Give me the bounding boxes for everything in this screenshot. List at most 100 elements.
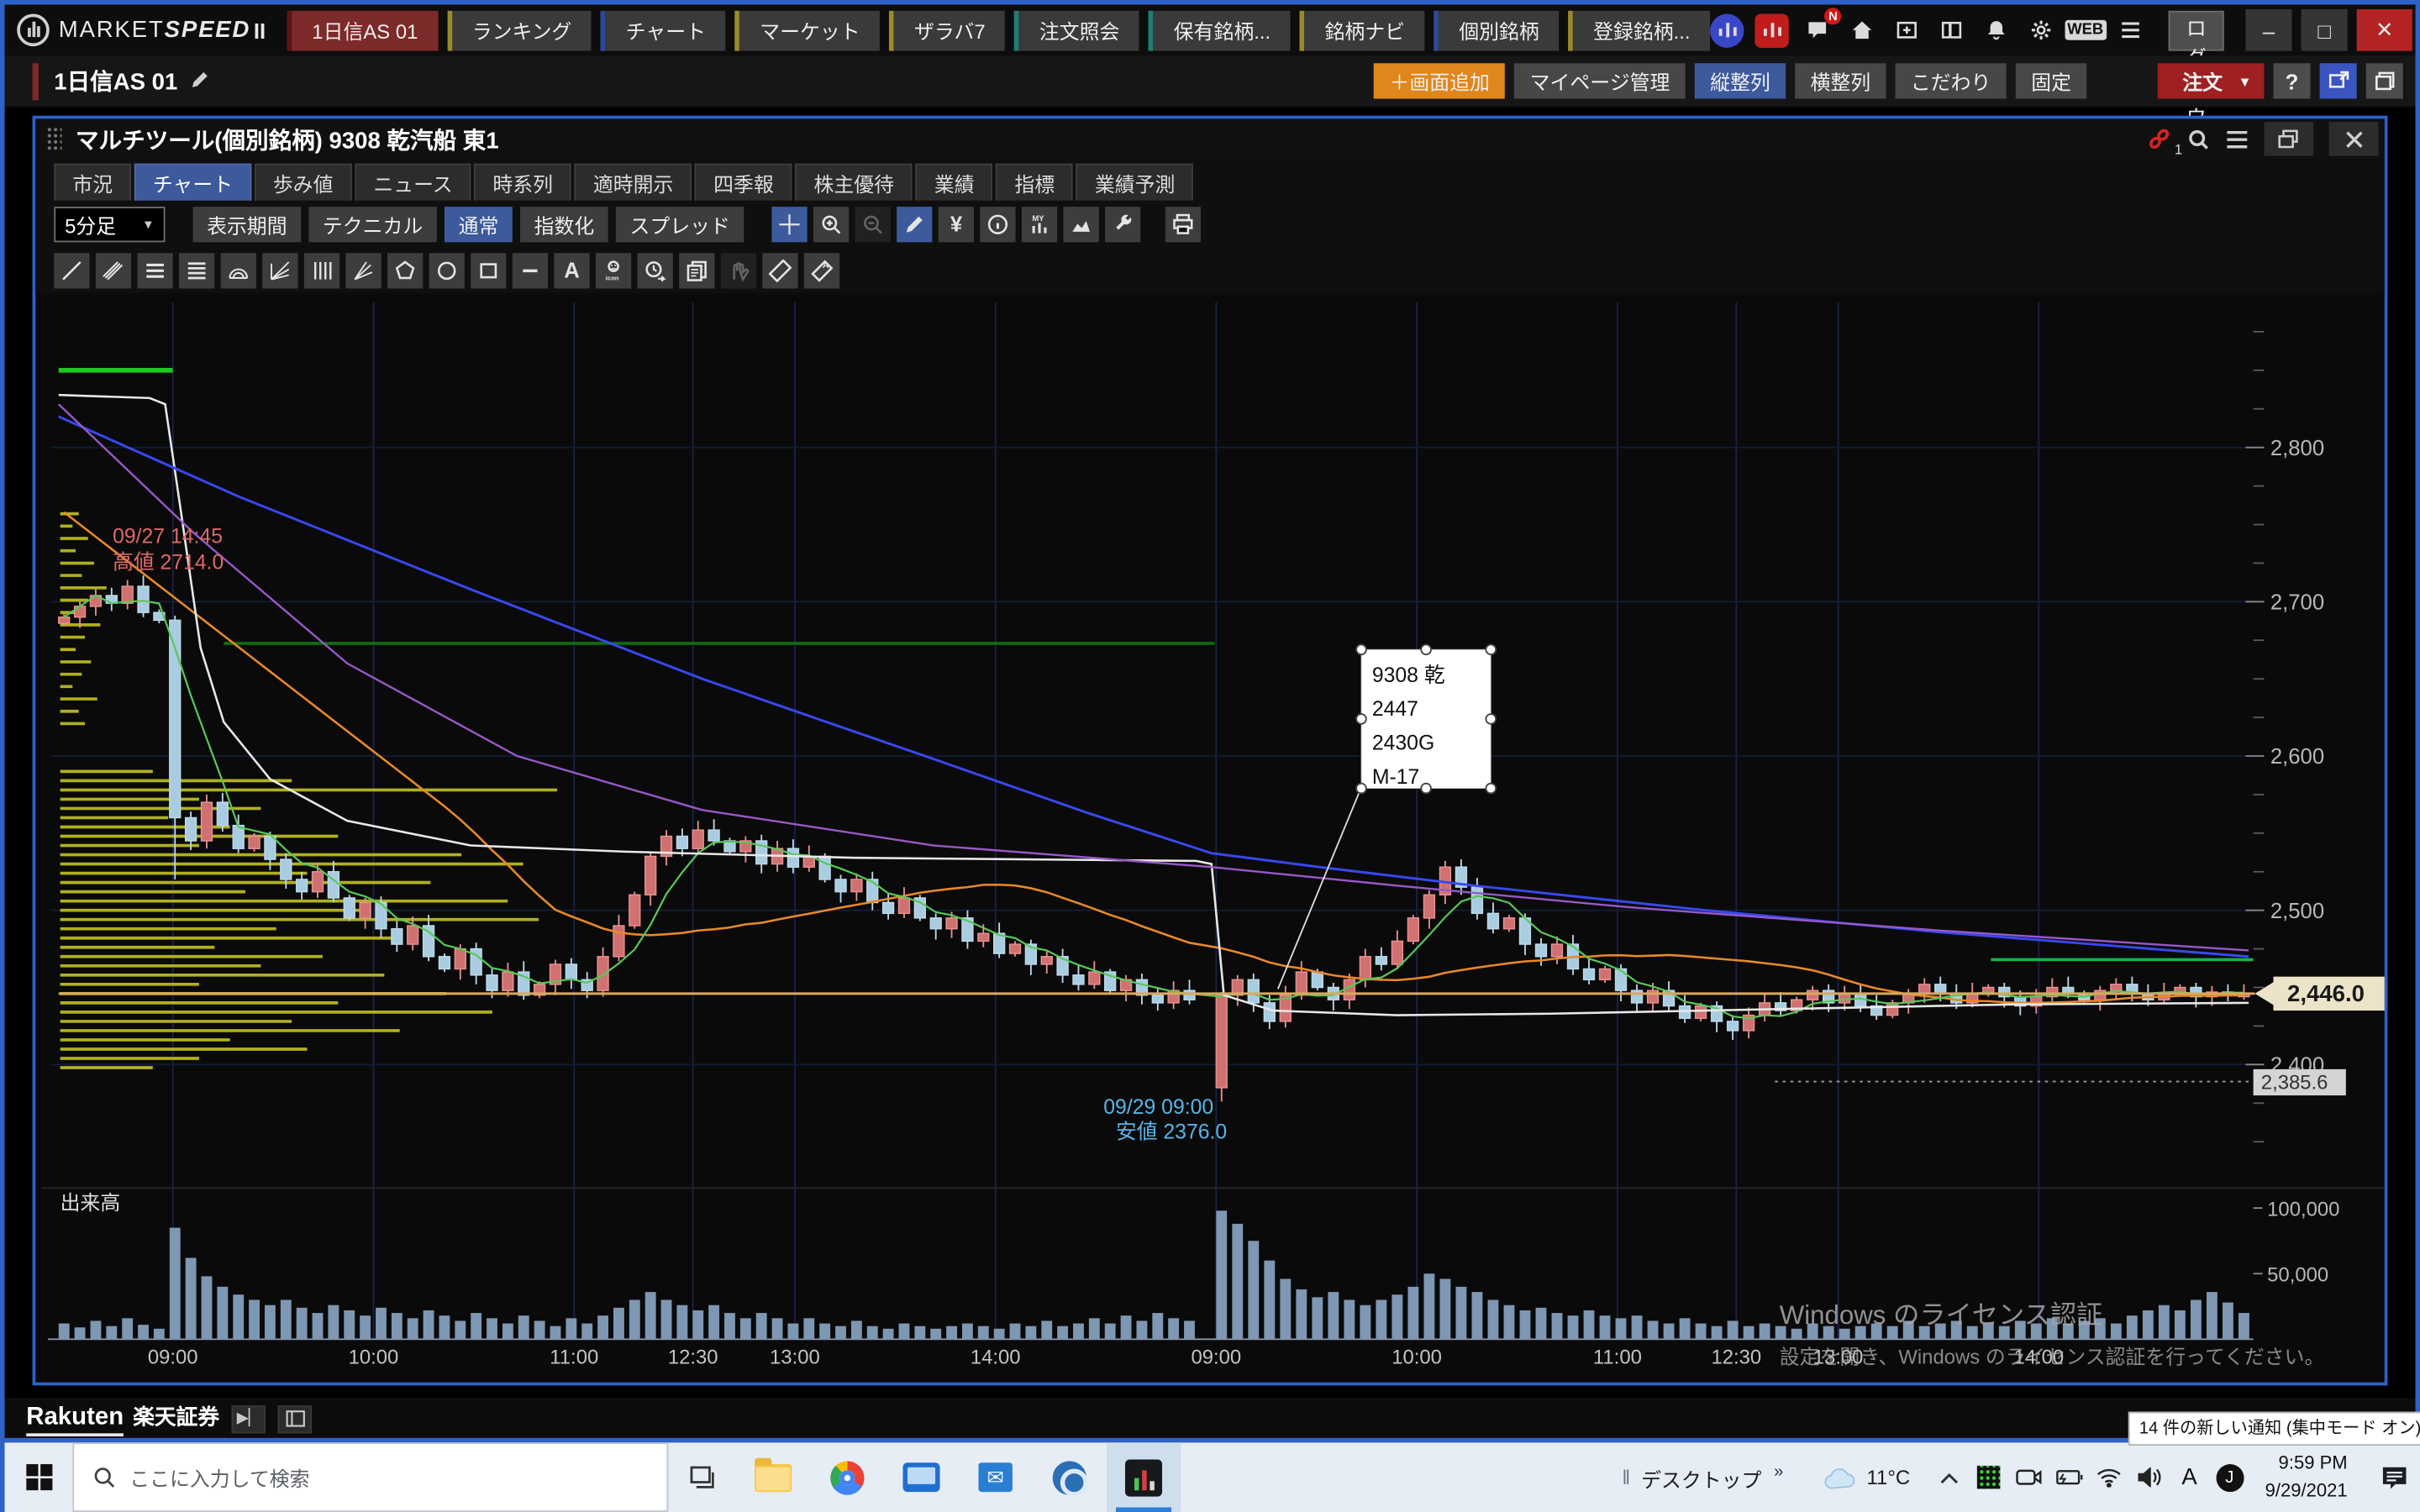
maximize-button[interactable]: □ bbox=[2302, 9, 2348, 51]
wifi-icon[interactable] bbox=[2089, 1467, 2129, 1488]
copy-icon[interactable] bbox=[679, 252, 714, 287]
edit-page-name-icon[interactable] bbox=[190, 71, 210, 91]
taskbar-app-mail[interactable] bbox=[959, 1442, 1033, 1512]
zoom-in-icon[interactable] bbox=[813, 206, 849, 241]
top-tab[interactable]: チャート bbox=[601, 10, 726, 50]
ime-mode-icon[interactable]: J bbox=[2209, 1463, 2249, 1491]
area-chart-icon[interactable] bbox=[1064, 206, 1099, 241]
my-chart-icon[interactable]: MY bbox=[1022, 206, 1057, 241]
multitool-tab-業績[interactable]: 業績 bbox=[916, 164, 993, 201]
taskbar-app-explorer[interactable] bbox=[736, 1442, 810, 1512]
top-tab[interactable]: 個別銘柄 bbox=[1434, 10, 1560, 50]
chart-toolbar-button[interactable]: テクニカル bbox=[308, 206, 436, 241]
chart-toolbar-button[interactable]: スプレッド bbox=[616, 206, 744, 241]
pagebar-button[interactable]: 縦整列 bbox=[1695, 63, 1786, 98]
led-status-icon[interactable] bbox=[1969, 1466, 2009, 1489]
multitool-tab-市況[interactable]: 市況 bbox=[54, 164, 131, 201]
top-tab[interactable]: ランキング bbox=[447, 10, 592, 50]
duplicate-window-button[interactable] bbox=[2264, 122, 2313, 155]
taskview-icon[interactable] bbox=[668, 1442, 736, 1512]
crosshair-icon[interactable] bbox=[772, 206, 808, 241]
minimize-button[interactable]: – bbox=[2245, 9, 2291, 51]
show-hidden-icons[interactable] bbox=[1928, 1471, 1969, 1483]
wrench-icon[interactable] bbox=[1105, 206, 1140, 241]
yen-icon[interactable]: ¥ bbox=[939, 206, 974, 241]
drag-handle[interactable] bbox=[46, 127, 61, 151]
start-button[interactable] bbox=[5, 1442, 73, 1512]
chevron-icon[interactable]: » bbox=[1774, 1462, 1783, 1480]
rect-icon[interactable] bbox=[471, 252, 506, 287]
multitool-tab-歩み値[interactable]: 歩み値 bbox=[255, 164, 352, 201]
taskbar-clock[interactable]: 9:59 PM 9/29/2021 bbox=[2265, 1451, 2348, 1504]
multitool-tab-時系列[interactable]: 時系列 bbox=[474, 164, 571, 201]
help-button[interactable]: ? bbox=[2274, 63, 2311, 98]
link-window-icon[interactable] bbox=[2320, 63, 2357, 98]
multitool-tab-四季報[interactable]: 四季報 bbox=[695, 164, 792, 201]
window-menu-icon[interactable] bbox=[2226, 129, 2249, 149]
close-button[interactable]: ✕ bbox=[2357, 9, 2412, 51]
add-window-icon[interactable] bbox=[1889, 13, 1923, 47]
top-tab[interactable]: 保有銘柄... bbox=[1149, 10, 1291, 50]
price-chart[interactable]: 2,8002,7002,6002,5002,400100,00050,00009… bbox=[39, 293, 2388, 1383]
taskbar-app-remote-desktop[interactable] bbox=[884, 1442, 958, 1512]
eraser-all-icon[interactable]: A bbox=[804, 252, 839, 287]
camera-icon[interactable] bbox=[2009, 1467, 2049, 1488]
top-tab[interactable]: マーケット bbox=[735, 10, 881, 50]
chart-toolbar-button[interactable]: 通常 bbox=[445, 206, 513, 241]
link-group-icon[interactable]: 1 bbox=[2147, 127, 2171, 151]
h-lines-3-icon[interactable] bbox=[137, 252, 172, 287]
taskbar-search-input[interactable]: ここに入力して検索 bbox=[72, 1442, 668, 1512]
weather-widget[interactable]: 11°C bbox=[1823, 1465, 1910, 1489]
bell-icon[interactable] bbox=[1979, 13, 2012, 47]
multitool-title-bar[interactable]: マルチツール(個別銘柄) 9308 乾汽船 東1 1 bbox=[35, 118, 2385, 159]
eraser-icon[interactable] bbox=[762, 252, 797, 287]
v-lines-icon[interactable] bbox=[304, 252, 339, 287]
home-icon[interactable] bbox=[1844, 13, 1878, 47]
top-tab[interactable]: 1日信AS 01 bbox=[287, 10, 438, 50]
icon-stamp-icon[interactable]: icon bbox=[596, 252, 631, 287]
zoom-out-icon[interactable] bbox=[855, 206, 891, 241]
footer-pane-icon[interactable] bbox=[278, 1404, 312, 1432]
taskbar-grip[interactable]: ‖ bbox=[1622, 1466, 1632, 1489]
clock-arrow-icon[interactable] bbox=[638, 252, 673, 287]
top-tab[interactable]: 銘柄ナビ bbox=[1300, 10, 1425, 50]
text-a-icon[interactable]: A bbox=[554, 252, 589, 287]
desktop-toolbar-label[interactable]: デスクトップ» bbox=[1641, 1462, 1783, 1493]
action-center-icon[interactable] bbox=[2363, 1465, 2420, 1489]
pagebar-button[interactable]: ＋画面追加 bbox=[1374, 63, 1505, 98]
ime-letter-icon[interactable]: A bbox=[2170, 1464, 2210, 1490]
pagebar-button[interactable]: こだわり bbox=[1896, 63, 2007, 98]
chart-toolbar-button[interactable]: 指数化 bbox=[520, 206, 608, 241]
info-icon[interactable] bbox=[980, 206, 1015, 241]
pagebar-button[interactable]: 横整列 bbox=[1795, 63, 1886, 98]
printer-icon[interactable] bbox=[1165, 206, 1201, 241]
logout-button[interactable]: ログアウト bbox=[2169, 10, 2224, 50]
pagebar-button[interactable]: マイページ管理 bbox=[1514, 63, 1685, 98]
fib-fan-icon[interactable] bbox=[262, 252, 297, 287]
web-icon[interactable]: WEB bbox=[2069, 13, 2102, 47]
pagebar-button[interactable]: 固定 bbox=[2016, 63, 2087, 98]
top-tab[interactable]: ザラバ7 bbox=[890, 10, 1006, 50]
multitool-tab-業績予測[interactable]: 業績予測 bbox=[1076, 164, 1194, 201]
angle-fan-icon[interactable] bbox=[345, 252, 381, 287]
multitool-tab-適時開示[interactable]: 適時開示 bbox=[575, 164, 692, 201]
pentagon-icon[interactable] bbox=[387, 252, 423, 287]
restore-window-icon[interactable] bbox=[2366, 63, 2403, 98]
trendline-icon[interactable] bbox=[54, 252, 89, 287]
taskbar-app-chrome[interactable] bbox=[810, 1442, 884, 1512]
h-lines-4-icon[interactable] bbox=[179, 252, 214, 287]
battery-icon[interactable] bbox=[2049, 1469, 2089, 1486]
multitool-tab-株主優待[interactable]: 株主優待 bbox=[795, 164, 913, 201]
volume-icon[interactable] bbox=[2129, 1467, 2170, 1488]
multitool-tab-ニュース[interactable]: ニュース bbox=[355, 164, 471, 201]
app-chart-red-icon[interactable] bbox=[1755, 13, 1789, 47]
taskbar-app-media-player[interactable] bbox=[1033, 1442, 1107, 1512]
gear-icon[interactable] bbox=[2023, 13, 2057, 47]
timeframe-select[interactable]: 5分足▼ bbox=[54, 206, 165, 241]
fib-arc-icon[interactable] bbox=[221, 252, 256, 287]
h-segment-icon[interactable] bbox=[513, 252, 548, 287]
pencil-icon[interactable] bbox=[897, 206, 932, 241]
top-tab[interactable]: 注文照会 bbox=[1015, 10, 1140, 50]
search-symbol-icon[interactable] bbox=[2187, 128, 2211, 151]
multitool-tab-指標[interactable]: 指標 bbox=[996, 164, 1073, 201]
